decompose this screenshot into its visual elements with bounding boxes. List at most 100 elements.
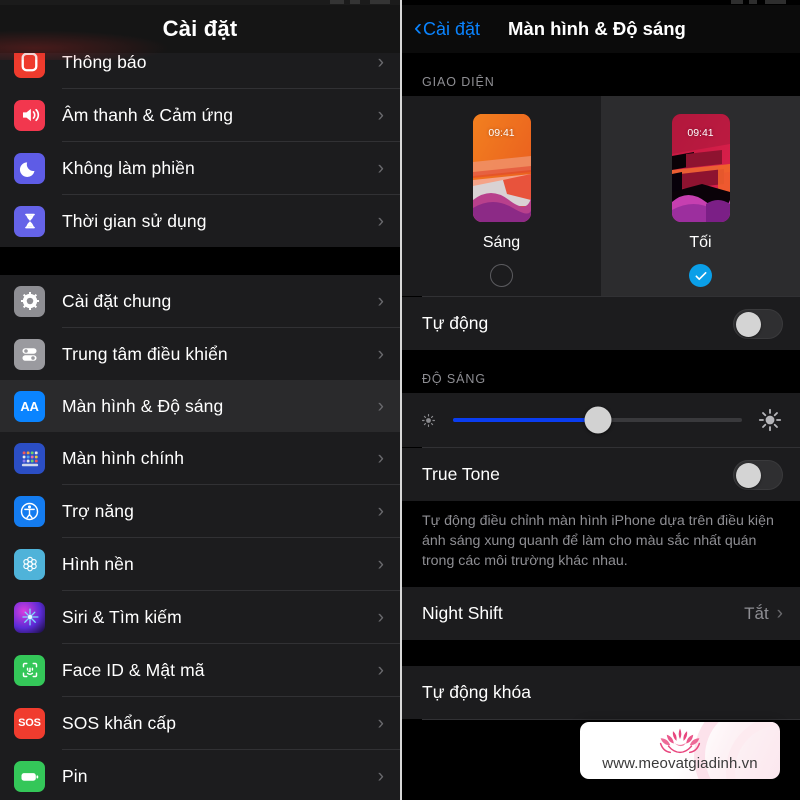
chevron-right-icon: › bbox=[377, 210, 384, 232]
display-brightness-screen: ‹ Cài đặt Màn hình & Độ sáng GIAO DIỆN 0… bbox=[402, 0, 800, 800]
theme-option-dark[interactable]: 09:41 Tối bbox=[601, 96, 800, 296]
sidebar-item-label: Hình nền bbox=[62, 553, 134, 574]
auto-appearance-row[interactable]: Tự động bbox=[402, 297, 800, 350]
toggle-knob bbox=[736, 311, 761, 337]
chevron-right-icon: › bbox=[776, 602, 783, 624]
dark-theme-radio-selected[interactable] bbox=[689, 264, 712, 287]
night-shift-value: Tắt bbox=[744, 603, 769, 623]
sidebar-item-screen-time[interactable]: Thời gian sử dụng › bbox=[0, 195, 400, 247]
emergency-sos-icon: SOS bbox=[14, 707, 45, 739]
sidebar-item-label: Thông báo bbox=[62, 51, 147, 72]
chevron-left-icon: ‹ bbox=[414, 14, 422, 41]
sidebar-item-label: Âm thanh & Cảm ứng bbox=[62, 104, 234, 125]
sidebar-item-accessibility[interactable]: Trợ năng › bbox=[0, 485, 400, 537]
night-shift-label: Night Shift bbox=[422, 603, 503, 624]
face-id-icon bbox=[14, 654, 45, 686]
battery-icon bbox=[14, 760, 45, 792]
chevron-right-icon: › bbox=[377, 157, 384, 179]
brightness-slider-knob[interactable] bbox=[584, 406, 611, 434]
settings-group-1: Thông báo › Âm thanh & Cảm ứng › Không l… bbox=[0, 36, 400, 247]
true-tone-label: True Tone bbox=[422, 464, 500, 484]
chevron-right-icon: › bbox=[377, 447, 384, 469]
chevron-right-icon: › bbox=[377, 500, 384, 522]
watermark-text: www.meovatgiadinh.vn bbox=[602, 755, 758, 772]
sidebar-item-battery[interactable]: Pin › bbox=[0, 750, 400, 800]
true-tone-toggle[interactable] bbox=[733, 459, 783, 490]
sidebar-item-control-center[interactable]: Trung tâm điều khiển › bbox=[0, 328, 400, 380]
chevron-right-icon: › bbox=[377, 765, 384, 787]
do-not-disturb-icon bbox=[14, 152, 45, 184]
sidebar-item-label: Pin bbox=[62, 765, 88, 786]
auto-lock-label: Tự động khóa bbox=[422, 682, 532, 703]
brightness-slider-fill bbox=[453, 418, 598, 422]
settings-nav-bar: Cài đặt bbox=[0, 5, 400, 53]
sidebar-item-siri-search[interactable]: Siri & Tìm kiếm › bbox=[0, 591, 400, 643]
sidebar-item-label: Không làm phiền bbox=[62, 157, 195, 178]
sidebar-item-label: Trợ năng bbox=[62, 500, 134, 521]
theme-option-light[interactable]: 09:41 Sáng bbox=[402, 96, 601, 296]
settings-scroll-area[interactable]: Thông báo › Âm thanh & Cảm ứng › Không l… bbox=[0, 0, 400, 800]
brightness-low-icon bbox=[420, 412, 437, 429]
page-title: Cài đặt bbox=[162, 16, 238, 41]
light-theme-radio[interactable] bbox=[490, 264, 513, 287]
display-nav-bar: ‹ Cài đặt Màn hình & Độ sáng bbox=[402, 5, 800, 53]
theme-option-label: Tối bbox=[689, 234, 712, 251]
row-separator bbox=[422, 719, 800, 721]
sidebar-item-general[interactable]: Cài đặt chung › bbox=[0, 275, 400, 327]
sidebar-item-do-not-disturb[interactable]: Không làm phiền › bbox=[0, 142, 400, 194]
dark-theme-preview: 09:41 bbox=[671, 114, 730, 222]
sidebar-item-label: Trung tâm điều khiển bbox=[62, 343, 228, 364]
general-gear-icon bbox=[14, 285, 45, 317]
sidebar-item-label: Face ID & Mật mã bbox=[62, 659, 205, 680]
chevron-right-icon: › bbox=[377, 290, 384, 312]
chevron-right-icon: › bbox=[377, 553, 384, 575]
true-tone-row[interactable]: True Tone bbox=[402, 448, 800, 501]
back-button[interactable]: ‹ Cài đặt bbox=[414, 14, 481, 41]
auto-lock-row[interactable]: Tự động khóa bbox=[402, 666, 800, 720]
sidebar-item-emergency-sos[interactable]: SOS SOS khẩn cấp › bbox=[0, 697, 400, 749]
brightness-slider-row[interactable] bbox=[402, 393, 800, 447]
auto-appearance-label: Tự động bbox=[422, 313, 489, 333]
control-center-icon bbox=[14, 338, 45, 370]
light-theme-preview: 09:41 bbox=[472, 114, 531, 222]
chevron-right-icon: › bbox=[377, 395, 384, 417]
sidebar-item-label: Màn hình chính bbox=[62, 447, 185, 468]
group-spacer bbox=[0, 247, 400, 275]
checkmark-icon bbox=[695, 271, 706, 280]
siri-icon bbox=[14, 601, 45, 633]
screen-time-icon bbox=[14, 205, 45, 237]
toggle-knob bbox=[736, 462, 761, 488]
chevron-right-icon: › bbox=[377, 343, 384, 365]
settings-group-2: Cài đặt chung › Trung tâm điều khiển › A… bbox=[0, 275, 400, 800]
auto-appearance-toggle[interactable] bbox=[733, 308, 783, 339]
sidebar-item-face-id-passcode[interactable]: Face ID & Mật mã › bbox=[0, 644, 400, 696]
settings-list-screen: Thông báo › Âm thanh & Cảm ứng › Không l… bbox=[0, 0, 400, 800]
appearance-picker: 09:41 Sáng 09:41 Tối bbox=[402, 96, 800, 296]
home-screen-icon bbox=[14, 442, 45, 474]
chevron-right-icon: › bbox=[377, 51, 384, 73]
preview-clock: 09:41 bbox=[488, 127, 515, 139]
chevron-right-icon: › bbox=[377, 606, 384, 628]
sidebar-item-sounds-haptics[interactable]: Âm thanh & Cảm ứng › bbox=[0, 89, 400, 141]
display-content: GIAO DIỆN 09:41 Sáng 09:41 Tối Tự động Đ… bbox=[402, 53, 800, 800]
sidebar-item-wallpaper[interactable]: Hình nền › bbox=[0, 538, 400, 590]
accessibility-icon bbox=[14, 495, 45, 527]
brightness-slider-track[interactable] bbox=[453, 406, 742, 434]
sidebar-item-label: Siri & Tìm kiếm bbox=[62, 606, 182, 627]
sidebar-item-label: Cài đặt chung bbox=[62, 290, 172, 311]
wallpaper-icon bbox=[14, 548, 45, 580]
sidebar-item-label: Thời gian sử dụng bbox=[62, 210, 207, 231]
back-button-label: Cài đặt bbox=[423, 18, 481, 39]
page-title: Màn hình & Độ sáng bbox=[508, 18, 686, 39]
preview-clock: 09:41 bbox=[687, 127, 714, 139]
night-shift-row[interactable]: Night Shift Tắt › bbox=[402, 587, 800, 641]
sidebar-item-label: Màn hình & Độ sáng bbox=[62, 395, 224, 416]
display-brightness-icon: AA bbox=[14, 390, 45, 422]
sounds-icon bbox=[14, 99, 45, 131]
chevron-right-icon: › bbox=[377, 104, 384, 126]
sidebar-item-display-brightness[interactable]: AA Màn hình & Độ sáng › bbox=[0, 380, 400, 432]
sidebar-item-home-screen[interactable]: Màn hình chính › bbox=[0, 432, 400, 484]
true-tone-footnote: Tự động điều chỉnh màn hình iPhone dựa t… bbox=[402, 501, 800, 588]
chevron-right-icon: › bbox=[377, 712, 384, 734]
appearance-section-header: GIAO DIỆN bbox=[402, 53, 800, 96]
